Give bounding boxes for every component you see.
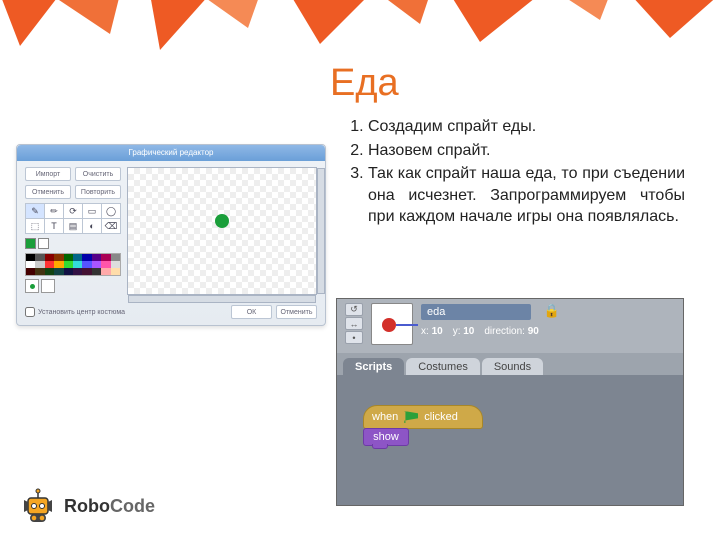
paint-editor: Графический редактор Импорт Очистить Отм… [16,144,326,326]
paint-editor-title: Графический редактор [17,145,325,161]
when-flag-clicked-block[interactable]: when clicked [363,405,483,429]
tab-scripts[interactable]: Scripts [343,358,404,375]
green-flag-icon [404,411,418,423]
text-tool-icon[interactable]: T [45,219,63,233]
zoom-thumb[interactable] [41,279,55,293]
set-center-checkbox[interactable]: Установить центр костюма [25,307,125,317]
instruction-item: Назовем спрайт. [368,140,685,162]
rotate-tool-icon[interactable]: ⟳ [64,204,82,218]
direction-value: 90 [528,326,539,337]
tab-costumes[interactable]: Costumes [406,358,480,375]
brush-tool-icon[interactable]: ✎ [26,204,44,218]
cancel-button[interactable]: Отменить [276,305,317,319]
logo: RoboCode [20,486,155,526]
rect-tool-icon[interactable]: ▭ [83,204,101,218]
sprite-name-input[interactable] [421,304,531,320]
tool-grid: ✎ ✏ ⟳ ▭ ◯ ⬚ T ▤ ◐ ⌫ [25,203,121,234]
page-title: Еда [330,62,399,105]
color-palette[interactable] [25,253,121,276]
scratch-panel: ↺ ↔ • 🔒 x: 10 y: 10 direction: 90 Script… [336,298,684,506]
y-value: 10 [463,326,474,337]
fg-color-swatch[interactable] [25,238,36,249]
instructions: Создадим спрайт еды. Назовем спрайт. Так… [340,116,685,230]
flip-mode-icon[interactable]: ↔ [345,317,363,330]
no-rotate-icon[interactable]: • [345,331,363,344]
bg-color-swatch[interactable] [38,238,49,249]
sprite-dot [215,214,229,228]
show-block[interactable]: show [363,428,409,446]
tabs: Scripts Costumes Sounds [337,353,683,375]
logo-text: RoboCode [64,496,155,517]
eraser-tool-icon[interactable]: ⌫ [102,219,120,233]
import-button[interactable]: Импорт [25,167,71,181]
script-area[interactable]: when clicked show [337,375,683,505]
eyedropper-tool-icon[interactable]: ◐ [83,219,101,233]
tab-sounds[interactable]: Sounds [482,358,543,375]
robot-icon [20,486,56,526]
undo-button[interactable]: Отменить [25,185,71,199]
redo-button[interactable]: Повторить [75,185,121,199]
paint-canvas[interactable] [127,167,317,295]
scrollbar-v[interactable] [317,168,325,294]
instruction-item: Создадим спрайт еды. [368,116,685,138]
scrollbar-h[interactable] [128,295,316,303]
sprite-info: ↺ ↔ • 🔒 x: 10 y: 10 direction: 90 [337,299,683,353]
sprite-thumbnail[interactable] [371,303,413,345]
x-value: 10 [432,326,443,337]
rotate-mode-icon[interactable]: ↺ [345,303,363,316]
fill-tool-icon[interactable]: ▤ [64,219,82,233]
ok-button[interactable]: ОК [231,305,272,319]
instruction-item: Так как спрайт наша еда, то при съедении… [368,163,685,228]
costume-thumb[interactable] [25,279,39,293]
select-tool-icon[interactable]: ⬚ [26,219,44,233]
pencil-tool-icon[interactable]: ✏ [45,204,63,218]
lock-icon[interactable]: 🔒 [544,303,560,318]
ellipse-tool-icon[interactable]: ◯ [102,204,120,218]
clear-button[interactable]: Очистить [75,167,121,181]
